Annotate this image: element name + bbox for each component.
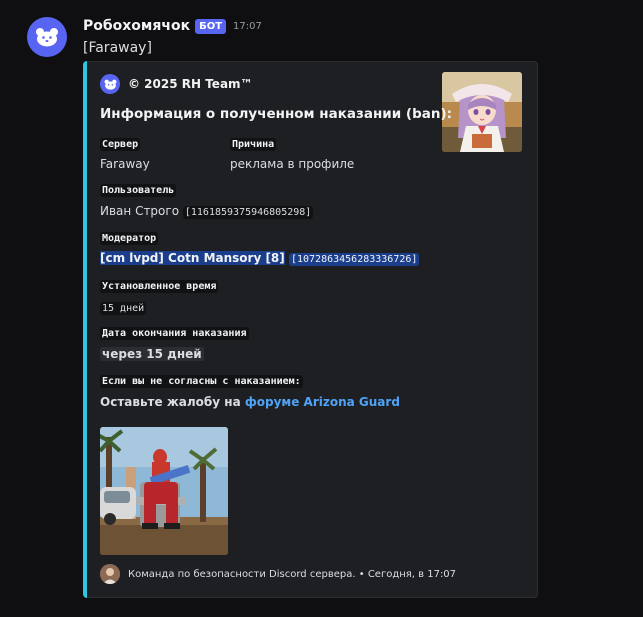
- field-user-value: Иван Строго [1161859375946805298]: [100, 204, 314, 219]
- field-end-name: Дата окончания наказания: [100, 327, 249, 340]
- end-date-text: через 15 дней: [100, 347, 204, 361]
- embed-author-name: © 2025 RH Team™: [128, 77, 253, 91]
- embed-thumbnail[interactable]: [442, 72, 522, 152]
- hamster-icon: [100, 74, 120, 94]
- embed: © 2025 RH Team™ Информация о полученном …: [83, 61, 538, 598]
- duration-code: 15 дней: [100, 302, 147, 315]
- user-id-code[interactable]: [1161859375946805298]: [182, 206, 314, 219]
- field-reason-value: реклама в профиле: [230, 157, 355, 171]
- moderator-id-code[interactable]: [1072863456283336726]: [288, 253, 420, 266]
- message-header: Робохомячок БОТ 17:07: [83, 17, 262, 35]
- footer-text: Команда по безопасности Discord сервера.…: [128, 569, 456, 580]
- message-content: [Faraway]: [83, 40, 152, 56]
- message-timestamp[interactable]: 17:07: [233, 21, 262, 32]
- field-server-name: Сервер: [100, 138, 141, 151]
- field-moderator-value: [cm lvpd] Cotn Mansory [8] [107286345628…: [100, 251, 420, 266]
- embed-footer: Команда по безопасности Discord сервера.…: [100, 564, 456, 584]
- forum-link[interactable]: форуме Arizona Guard: [245, 395, 400, 409]
- field-server-value: Faraway: [100, 157, 150, 171]
- field-moderator-name: Модератор: [100, 232, 159, 245]
- field-duration-value: 15 дней: [100, 300, 147, 315]
- embed-accent-bar: [83, 61, 87, 598]
- footer-time: Сегодня, в 17:07: [367, 568, 457, 580]
- bot-avatar[interactable]: [27, 17, 67, 57]
- moderator-mention[interactable]: [cm lvpd] Cotn Mansory [8]: [100, 251, 285, 265]
- footer-team-text: Команда по безопасности Discord сервера.: [128, 568, 356, 580]
- field-user-name: Пользователь: [100, 184, 177, 197]
- hamster-icon: [36, 28, 58, 47]
- disagree-prefix: Оставьте жалобу на: [100, 395, 241, 409]
- field-disagree-name: Если вы не согласны с наказанием:: [100, 375, 303, 388]
- bot-badge: БОТ: [195, 18, 227, 34]
- field-duration-name: Установленное время: [100, 280, 219, 293]
- user-name-text: Иван Строго: [100, 204, 180, 218]
- field-disagree-value: Оставьте жалобу на форуме Arizona Guard: [100, 395, 400, 409]
- embed-image[interactable]: [100, 427, 228, 555]
- field-reason-name: Причина: [230, 138, 277, 151]
- footer-separator: •: [358, 568, 365, 580]
- field-end-value: через 15 дней: [100, 347, 204, 361]
- embed-title: Информация о полученном наказании (ban):: [100, 106, 453, 122]
- embed-author: © 2025 RH Team™: [100, 74, 253, 94]
- username[interactable]: Робохомячок: [83, 18, 190, 34]
- footer-avatar-icon: [100, 564, 120, 584]
